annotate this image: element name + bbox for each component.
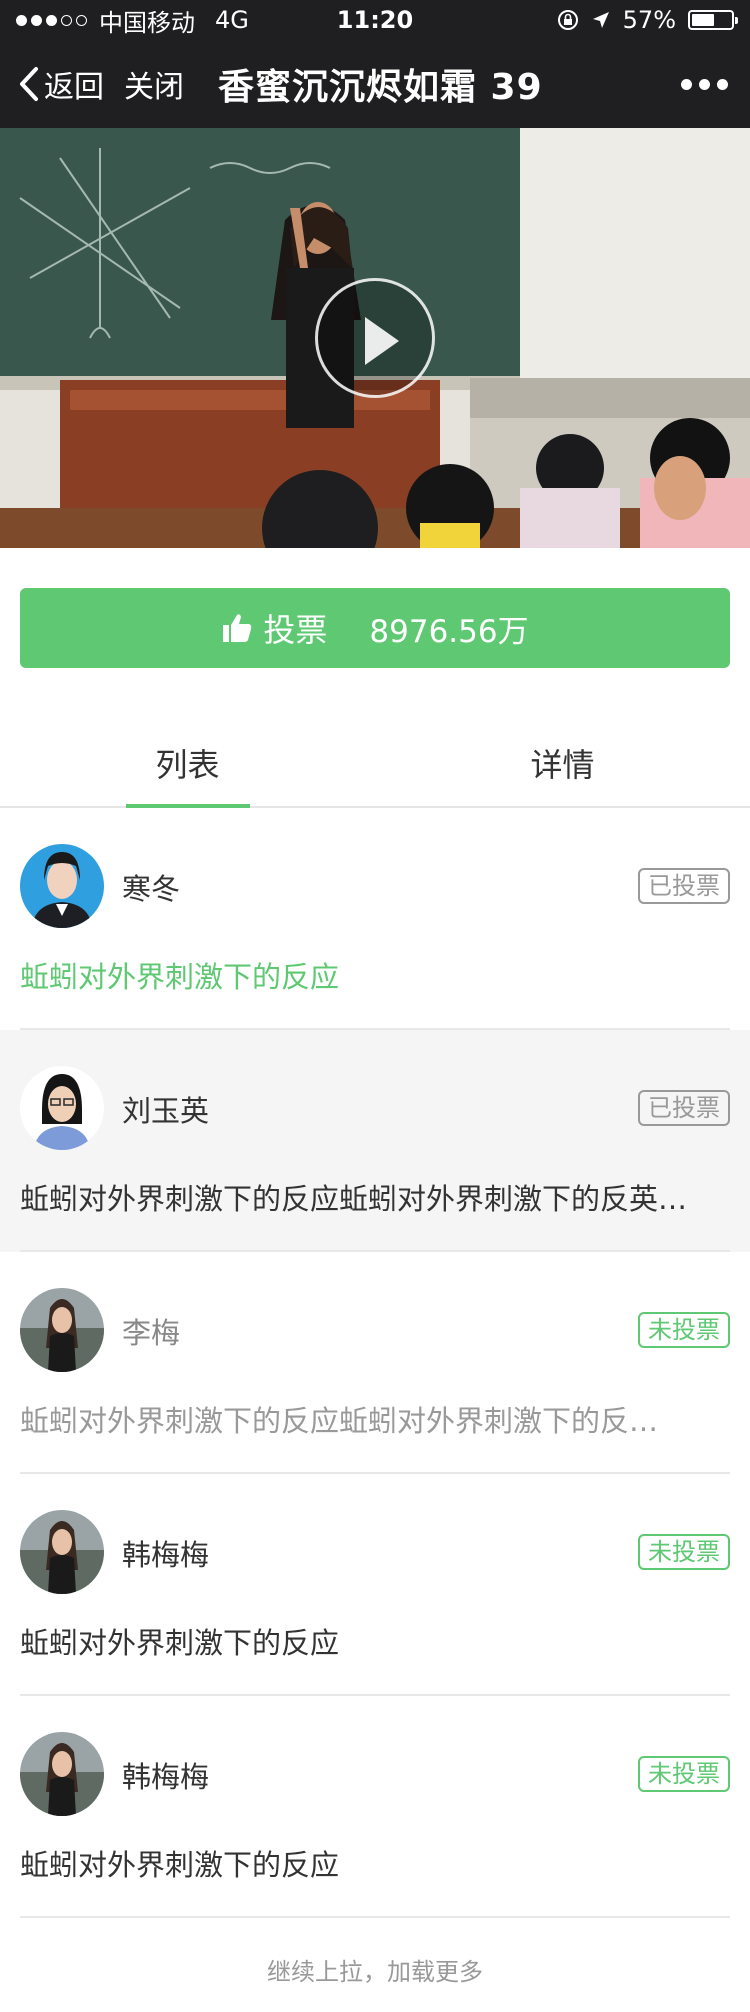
signal-strength-icon [16, 14, 87, 26]
list-item[interactable]: 韩梅梅 未投票 蚯蚓对外界刺激下的反应 [0, 1474, 750, 1696]
candidate-name: 韩梅梅 [122, 1538, 210, 1572]
divider [20, 1916, 730, 1918]
close-button[interactable]: 关闭 [124, 62, 184, 106]
candidate-description: 蚯蚓对外界刺激下的反应蚯蚓对外界刺激下的反英… [20, 1182, 688, 1216]
list-item[interactable]: 刘玉英 已投票 蚯蚓对外界刺激下的反应蚯蚓对外界刺激下的反英… [0, 1030, 750, 1252]
more-options-button[interactable] [677, 69, 732, 100]
avatar [20, 1510, 104, 1594]
avatar [20, 1066, 104, 1150]
tab-details[interactable]: 详情 [375, 710, 750, 806]
avatar [20, 1732, 104, 1816]
tab-bar: 列表 详情 [0, 710, 750, 808]
navigation-bar: 返回 关闭 香蜜沉沉烬如霜 39 [0, 40, 750, 128]
candidate-description: 蚯蚓对外界刺激下的反应 [20, 1848, 340, 1882]
status-badge: 已投票 [638, 1090, 730, 1126]
carrier-info: 中国移动 4G [16, 3, 316, 38]
ellipsis-icon [681, 78, 692, 90]
avatar [20, 844, 104, 928]
play-icon [365, 317, 399, 365]
candidate-name: 刘玉英 [122, 1094, 210, 1128]
carrier-name: 中国移动 [99, 8, 195, 37]
battery-icon [688, 10, 738, 30]
candidate-name: 寒冬 [122, 872, 181, 906]
status-badge: 已投票 [638, 868, 730, 904]
location-arrow-icon [592, 12, 609, 28]
network-type: 4G [215, 6, 249, 34]
candidate-description: 蚯蚓对外界刺激下的反应 [20, 960, 340, 994]
avatar [20, 1288, 104, 1372]
tab-list[interactable]: 列表 [0, 710, 375, 808]
rotation-lock-icon [557, 10, 578, 30]
status-badge: 未投票 [638, 1756, 730, 1792]
load-more-hint: 继续上拉，加载更多 [267, 1958, 483, 1986]
play-button[interactable] [315, 278, 435, 398]
thumbs-up-icon [223, 614, 252, 642]
list-item[interactable]: 李梅 未投票 蚯蚓对外界刺激下的反应蚯蚓对外界刺激下的反… [0, 1252, 750, 1474]
status-bar: 中国移动 4G 11:20 57% [0, 0, 750, 40]
back-label: 返回 [44, 70, 104, 105]
candidate-list: 寒冬 已投票 蚯蚓对外界刺激下的反应 刘玉英 已投票 蚯蚓对外界刺激下的反应蚯蚓… [0, 808, 750, 1918]
vote-count: 8976.56万 [369, 613, 529, 650]
status-badge: 未投票 [638, 1534, 730, 1570]
battery-percent: 57% [622, 6, 676, 34]
list-item[interactable]: 寒冬 已投票 蚯蚓对外界刺激下的反应 [0, 808, 750, 1030]
video-player[interactable] [0, 128, 750, 548]
candidate-description: 蚯蚓对外界刺激下的反应蚯蚓对外界刺激下的反… [20, 1404, 659, 1438]
vote-label: 投票 [263, 611, 328, 649]
vote-button[interactable]: 投票 8976.56万 [20, 588, 730, 668]
status-badge: 未投票 [638, 1312, 730, 1348]
candidate-description: 蚯蚓对外界刺激下的反应 [20, 1626, 340, 1660]
candidate-name: 韩梅梅 [122, 1760, 210, 1794]
back-button[interactable]: 返回 [18, 62, 104, 106]
chevron-left-icon [20, 67, 38, 101]
page-title: 香蜜沉沉烬如霜 39 [218, 67, 543, 108]
candidate-name: 李梅 [122, 1316, 181, 1350]
list-item[interactable]: 韩梅梅 未投票 蚯蚓对外界刺激下的反应 [0, 1696, 750, 1918]
